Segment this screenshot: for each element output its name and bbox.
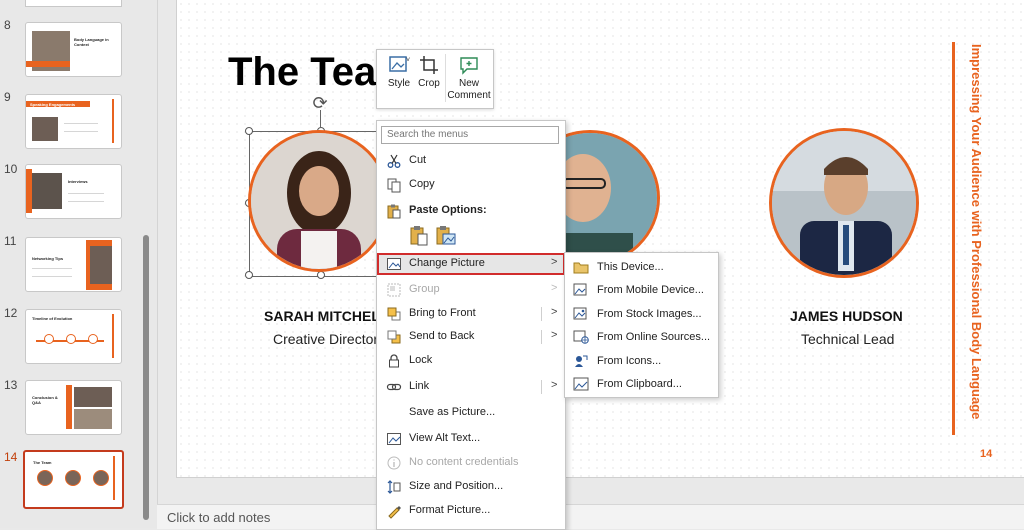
lock-icon (386, 353, 402, 369)
team-photo-sarah[interactable] (248, 130, 390, 272)
new-comment-icon (447, 54, 491, 78)
menu-search-input[interactable]: Search the menus (381, 126, 559, 144)
menu-item-cut[interactable]: Cut (377, 150, 565, 172)
thumbnail-number: 11 (4, 234, 17, 248)
resize-handle[interactable] (245, 271, 253, 279)
scissors-icon (386, 153, 402, 169)
submenu-item-from-icons[interactable]: From Icons... (565, 350, 718, 372)
thumbnail-partial[interactable] (25, 0, 122, 7)
crop-button[interactable]: Crop (417, 54, 441, 89)
thumbnail-slide-11[interactable]: Networking Tips (25, 237, 122, 292)
team-member-role: Creative Director (273, 331, 379, 347)
resize-handle[interactable] (245, 127, 253, 135)
split-divider (541, 380, 542, 394)
slide-page-number: 14 (980, 448, 993, 460)
clipboard-picture-icon (573, 377, 589, 391)
submenu-item-from-clipboard[interactable]: From Clipboard... (565, 373, 718, 395)
vertical-subtitle: Impressing Your Audience with Profession… (969, 44, 984, 420)
format-picture-icon (386, 503, 402, 519)
icons-icon (573, 354, 589, 368)
split-divider (541, 307, 542, 321)
thumbnail-number: 12 (4, 306, 18, 320)
thumbnail-number: 10 (4, 162, 18, 176)
chevron-right-icon[interactable]: > (551, 379, 557, 391)
thumbnail-number: 9 (4, 90, 11, 104)
menu-item-send-to-back[interactable]: Send to Back > (377, 326, 565, 348)
stock-images-icon (573, 307, 589, 321)
chevron-right-icon: > (551, 282, 558, 294)
slide-thumbnail-pane: 8 Body Language in Context 9 Speaking En… (0, 0, 158, 528)
submenu-item-from-stock[interactable]: From Stock Images... (565, 303, 718, 325)
menu-item-group[interactable]: Group > (377, 279, 565, 301)
menu-item-save-as-picture[interactable]: Save as Picture... (377, 402, 565, 424)
split-divider (541, 330, 542, 344)
menu-item-lock[interactable]: Lock (377, 350, 565, 372)
folder-icon (573, 260, 589, 274)
crop-icon (417, 54, 441, 78)
chevron-right-icon[interactable]: > (551, 306, 557, 318)
thumbnail-slide-12[interactable]: Timeline of Evolution (25, 309, 122, 364)
mobile-picture-icon (573, 283, 589, 297)
team-member-role: Technical Lead (801, 331, 895, 347)
thumbnail-number: 8 (4, 18, 11, 32)
new-comment-button[interactable]: New Comment (447, 54, 491, 102)
rotate-handle-icon[interactable]: ⟳ (310, 93, 330, 113)
submenu-item-from-mobile[interactable]: From Mobile Device... (565, 279, 718, 301)
toolbar-divider (445, 54, 446, 102)
paste-keep-formatting-icon[interactable] (409, 225, 429, 247)
thumbnail-scrollbar[interactable] (143, 235, 149, 520)
thumbnail-slide-9[interactable]: Speaking Engagements (25, 94, 122, 149)
style-button[interactable]: ˅ Style (381, 54, 417, 89)
team-photo-james[interactable] (769, 128, 919, 278)
menu-item-link[interactable]: Link > (377, 376, 565, 398)
chevron-right-icon: > (551, 256, 558, 268)
mini-toolbar: ˅ Style Crop New Comment (376, 49, 494, 109)
thumbnail-slide-13[interactable]: Conclusion & Q&A (25, 380, 122, 435)
change-picture-icon (386, 256, 402, 272)
info-icon (386, 455, 402, 471)
link-icon (386, 379, 402, 395)
chevron-right-icon[interactable]: > (551, 329, 557, 341)
style-icon: ˅ (381, 54, 417, 78)
menu-item-format-picture[interactable]: Format Picture... (377, 500, 565, 522)
slide-title[interactable]: The Tea (228, 50, 376, 95)
thumbnail-slide-10[interactable]: Interviews (25, 164, 122, 219)
online-pictures-icon (573, 330, 589, 344)
accent-line (952, 42, 955, 435)
menu-item-no-content-credentials: No content credentials (377, 452, 565, 474)
context-menu: Search the menus Cut Copy Paste Options:… (376, 120, 566, 530)
group-icon (386, 282, 402, 298)
notes-placeholder[interactable]: Click to add notes (167, 510, 270, 525)
change-picture-submenu: This Device... From Mobile Device... Fro… (564, 252, 719, 398)
menu-item-copy[interactable]: Copy (377, 174, 565, 196)
alt-text-icon (386, 431, 402, 447)
size-position-icon (386, 479, 402, 495)
paste-icon (386, 203, 402, 219)
menu-item-size-and-position[interactable]: Size and Position... (377, 476, 565, 498)
resize-handle[interactable] (317, 271, 325, 279)
menu-paste-options-header: Paste Options: (377, 200, 565, 222)
thumbnail-number: 13 (4, 378, 18, 392)
menu-item-bring-to-front[interactable]: Bring to Front > (377, 303, 565, 325)
thumbnail-number: 14 (4, 450, 18, 464)
paste-as-picture-icon[interactable] (435, 225, 457, 247)
thumbnail-slide-14[interactable]: The Team (23, 450, 124, 509)
menu-item-view-alt-text[interactable]: View Alt Text... (377, 428, 565, 450)
menu-item-change-picture[interactable]: Change Picture > (377, 253, 565, 275)
copy-icon (386, 177, 402, 193)
thumbnail-slide-8[interactable]: Body Language in Context (25, 22, 122, 77)
submenu-item-this-device[interactable]: This Device... (565, 256, 718, 278)
svg-text:˅: ˅ (406, 57, 410, 64)
bring-to-front-icon (386, 306, 402, 322)
send-to-back-icon (386, 329, 402, 345)
submenu-item-from-online[interactable]: From Online Sources... (565, 326, 718, 348)
team-member-name: SARAH MITCHELL (264, 308, 389, 324)
notes-pane[interactable]: Click to add notes (157, 504, 1024, 529)
team-member-name: JAMES HUDSON (790, 308, 903, 324)
